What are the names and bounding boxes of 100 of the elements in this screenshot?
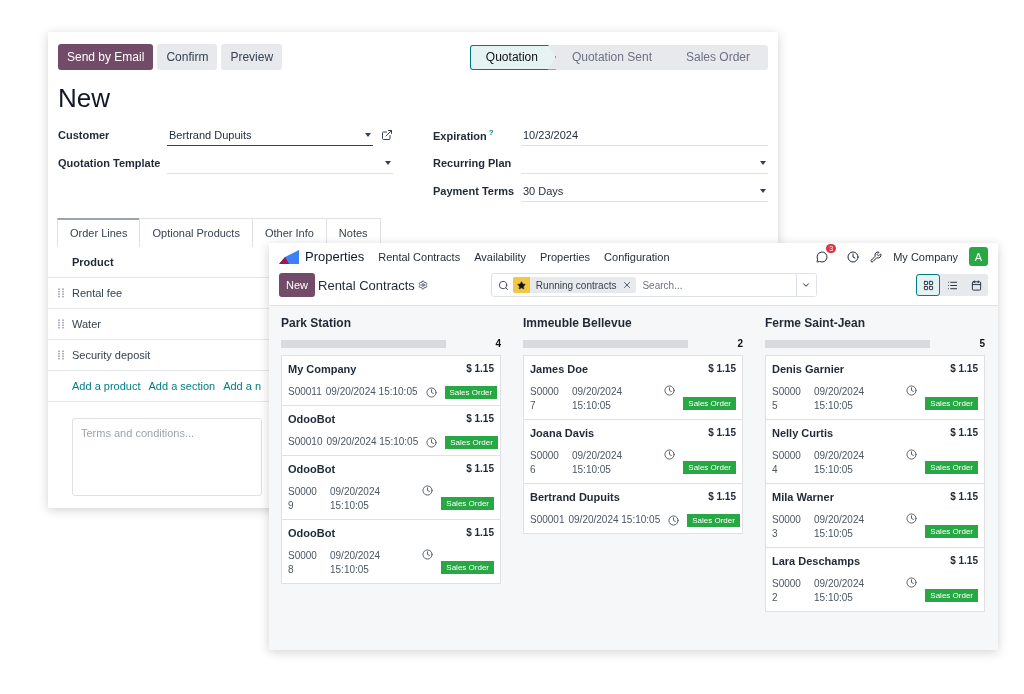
kanban-card[interactable]: OdooBot $ 1.15 S00010 09/20/2024 15:10:05 Sales Order: [282, 406, 500, 456]
column-title: Park Station: [281, 316, 353, 331]
clock-icon[interactable]: [664, 385, 676, 397]
clock-icon[interactable]: [668, 514, 680, 526]
customer-name: Denis Garnier: [772, 363, 845, 376]
search-field[interactable]: Running contracts Search...: [490, 273, 817, 298]
dropdown-caret-icon: [760, 188, 766, 193]
amount: $ 1.15: [950, 427, 978, 440]
clock-icon[interactable]: [422, 549, 434, 561]
order-reference: S00008: [288, 549, 318, 578]
new-button[interactable]: New: [279, 273, 315, 298]
add-line-link[interactable]: Add a n: [223, 380, 262, 392]
tools-button[interactable]: [870, 250, 883, 263]
company-switcher[interactable]: My Company: [893, 250, 958, 263]
order-reference: S00009: [288, 485, 318, 514]
field-label: Customer: [58, 129, 111, 141]
kanban-card[interactable]: My Company $ 1.15 S00011 09/20/2024 15:10:05 Sales Order: [282, 356, 500, 406]
customer-name: OdooBot: [288, 413, 336, 426]
kanban-card[interactable]: Denis Garnier $ 1.15 S00005 09/20/2024 15:10:05 Sales Order: [766, 356, 984, 420]
record-count: 5: [979, 338, 985, 350]
status-tag: Sales Order: [687, 513, 740, 527]
view-switch-button[interactable]: [916, 274, 940, 297]
customer-name: Mila Warner: [772, 491, 834, 504]
clock-icon[interactable]: [425, 386, 437, 398]
terms-field[interactable]: Terms and conditions...: [72, 418, 262, 496]
drag-handle-icon[interactable]: [58, 319, 64, 329]
customer-name: Joana Davis: [530, 427, 595, 440]
action-button[interactable]: Confirm: [157, 44, 218, 70]
customer-name: James Doe: [530, 363, 589, 376]
product-cell: Water: [72, 318, 101, 330]
clock-icon[interactable]: [426, 436, 438, 448]
clock-icon[interactable]: [906, 449, 918, 461]
stage-step[interactable]: Quotation: [469, 44, 556, 70]
product-cell: Security deposit: [72, 349, 151, 361]
customer-name: Lara Deschamps: [772, 555, 861, 568]
amount: $ 1.15: [708, 363, 736, 376]
order-date: 09/20/2024 15:10:05: [814, 577, 866, 606]
order-reference: S00007: [530, 385, 560, 414]
kanban-card[interactable]: James Doe $ 1.15 S00007 09/20/2024 15:10:05 Sales Order: [524, 356, 742, 420]
clock-icon[interactable]: [664, 449, 676, 461]
kanban-card[interactable]: OdooBot $ 1.15 S00009 09/20/2024 15:10:05 Sales Order: [282, 456, 500, 520]
settings-icon[interactable]: [417, 280, 428, 291]
status-tag: Sales Order: [441, 561, 494, 575]
menu-item[interactable]: Properties: [539, 250, 591, 263]
input-field[interactable]: Bertrand Dupuits: [167, 124, 373, 146]
form-tab[interactable]: Optional Products: [139, 218, 253, 247]
app-name[interactable]: Properties: [305, 249, 365, 265]
status-tag: Sales Order: [683, 461, 736, 475]
clock-icon[interactable]: [906, 513, 918, 525]
order-reference: S00001: [530, 513, 565, 528]
kanban-card[interactable]: Lara Deschamps $ 1.15 S00002 09/20/2024 15:10:05 Sales Order: [766, 548, 984, 612]
action-button[interactable]: Preview: [221, 44, 283, 70]
record-count: 2: [737, 338, 743, 350]
activity-button[interactable]: [847, 250, 860, 263]
form-tab[interactable]: Order Lines: [57, 218, 141, 247]
order-reference: S00005: [772, 385, 802, 414]
customer-name: OdooBot: [288, 463, 336, 476]
amount: $ 1.15: [466, 463, 494, 476]
drag-handle-icon[interactable]: [58, 288, 64, 298]
column-title: Immeuble Bellevue: [523, 316, 633, 331]
close-icon[interactable]: [622, 280, 633, 291]
menu-item[interactable]: Rental Contracts: [378, 250, 461, 263]
input-field[interactable]: 30 Days: [521, 180, 768, 202]
kanban-card[interactable]: Mila Warner $ 1.15 S00003 09/20/2024 15:10:05 Sales Order: [766, 484, 984, 548]
status-tag: Sales Order: [441, 497, 494, 511]
app-logo-icon: [279, 249, 299, 264]
star-icon: [516, 280, 526, 290]
amount: $ 1.15: [950, 363, 978, 376]
order-date: 09/20/2024 15:10:05: [572, 385, 624, 414]
clock-icon[interactable]: [906, 385, 918, 397]
field-label: Recurring Plan: [433, 157, 513, 169]
add-line-link[interactable]: Add a section: [148, 380, 216, 392]
action-button[interactable]: Send by Email: [58, 44, 154, 70]
order-date: 09/20/2024 15:10:05: [330, 549, 382, 578]
help-mark: ?: [488, 128, 494, 138]
dropdown-caret-icon: [385, 160, 391, 165]
clock-icon[interactable]: [906, 577, 918, 589]
amount: $ 1.15: [466, 413, 494, 426]
column-title: Ferme Saint-Jean: [765, 316, 867, 331]
field-label: Quotation Template: [58, 157, 162, 169]
menu-item[interactable]: Configuration: [604, 250, 670, 263]
kanban-card[interactable]: OdooBot $ 1.15 S00008 09/20/2024 15:10:05 Sales Order: [282, 520, 500, 584]
filter-facet[interactable]: Running contracts: [512, 277, 637, 294]
drag-handle-icon[interactable]: [58, 350, 64, 360]
kanban-card[interactable]: Joana Davis $ 1.15 S00006 09/20/2024 15:10:05 Sales Order: [524, 420, 742, 484]
order-reference: S00003: [772, 513, 802, 542]
order-date: 09/20/2024 15:10:05: [330, 485, 382, 514]
add-line-link[interactable]: Add a product: [72, 380, 141, 392]
order-date: 09/20/2024 15:10:05: [572, 449, 624, 478]
menu-item[interactable]: Availability: [474, 250, 526, 263]
breadcrumb: Rental Contracts: [318, 277, 415, 293]
kanban-card[interactable]: Bertrand Dupuits $ 1.15 S00001 09/20/2024 15:10:05 Sales Order: [524, 484, 742, 534]
kanban-card[interactable]: Nelly Curtis $ 1.15 S00004 09/20/2024 15:10:05 Sales Order: [766, 420, 984, 484]
status-tag: Sales Order: [925, 525, 978, 539]
input-field[interactable]: 10/23/2024: [521, 124, 768, 146]
order-date: 09/20/2024 15:10:05: [814, 449, 866, 478]
customer-name: Nelly Curtis: [772, 427, 834, 440]
clock-icon[interactable]: [422, 485, 434, 497]
external-link-icon[interactable]: [381, 129, 393, 141]
order-date: 09/20/2024 15:10:05: [326, 435, 419, 450]
